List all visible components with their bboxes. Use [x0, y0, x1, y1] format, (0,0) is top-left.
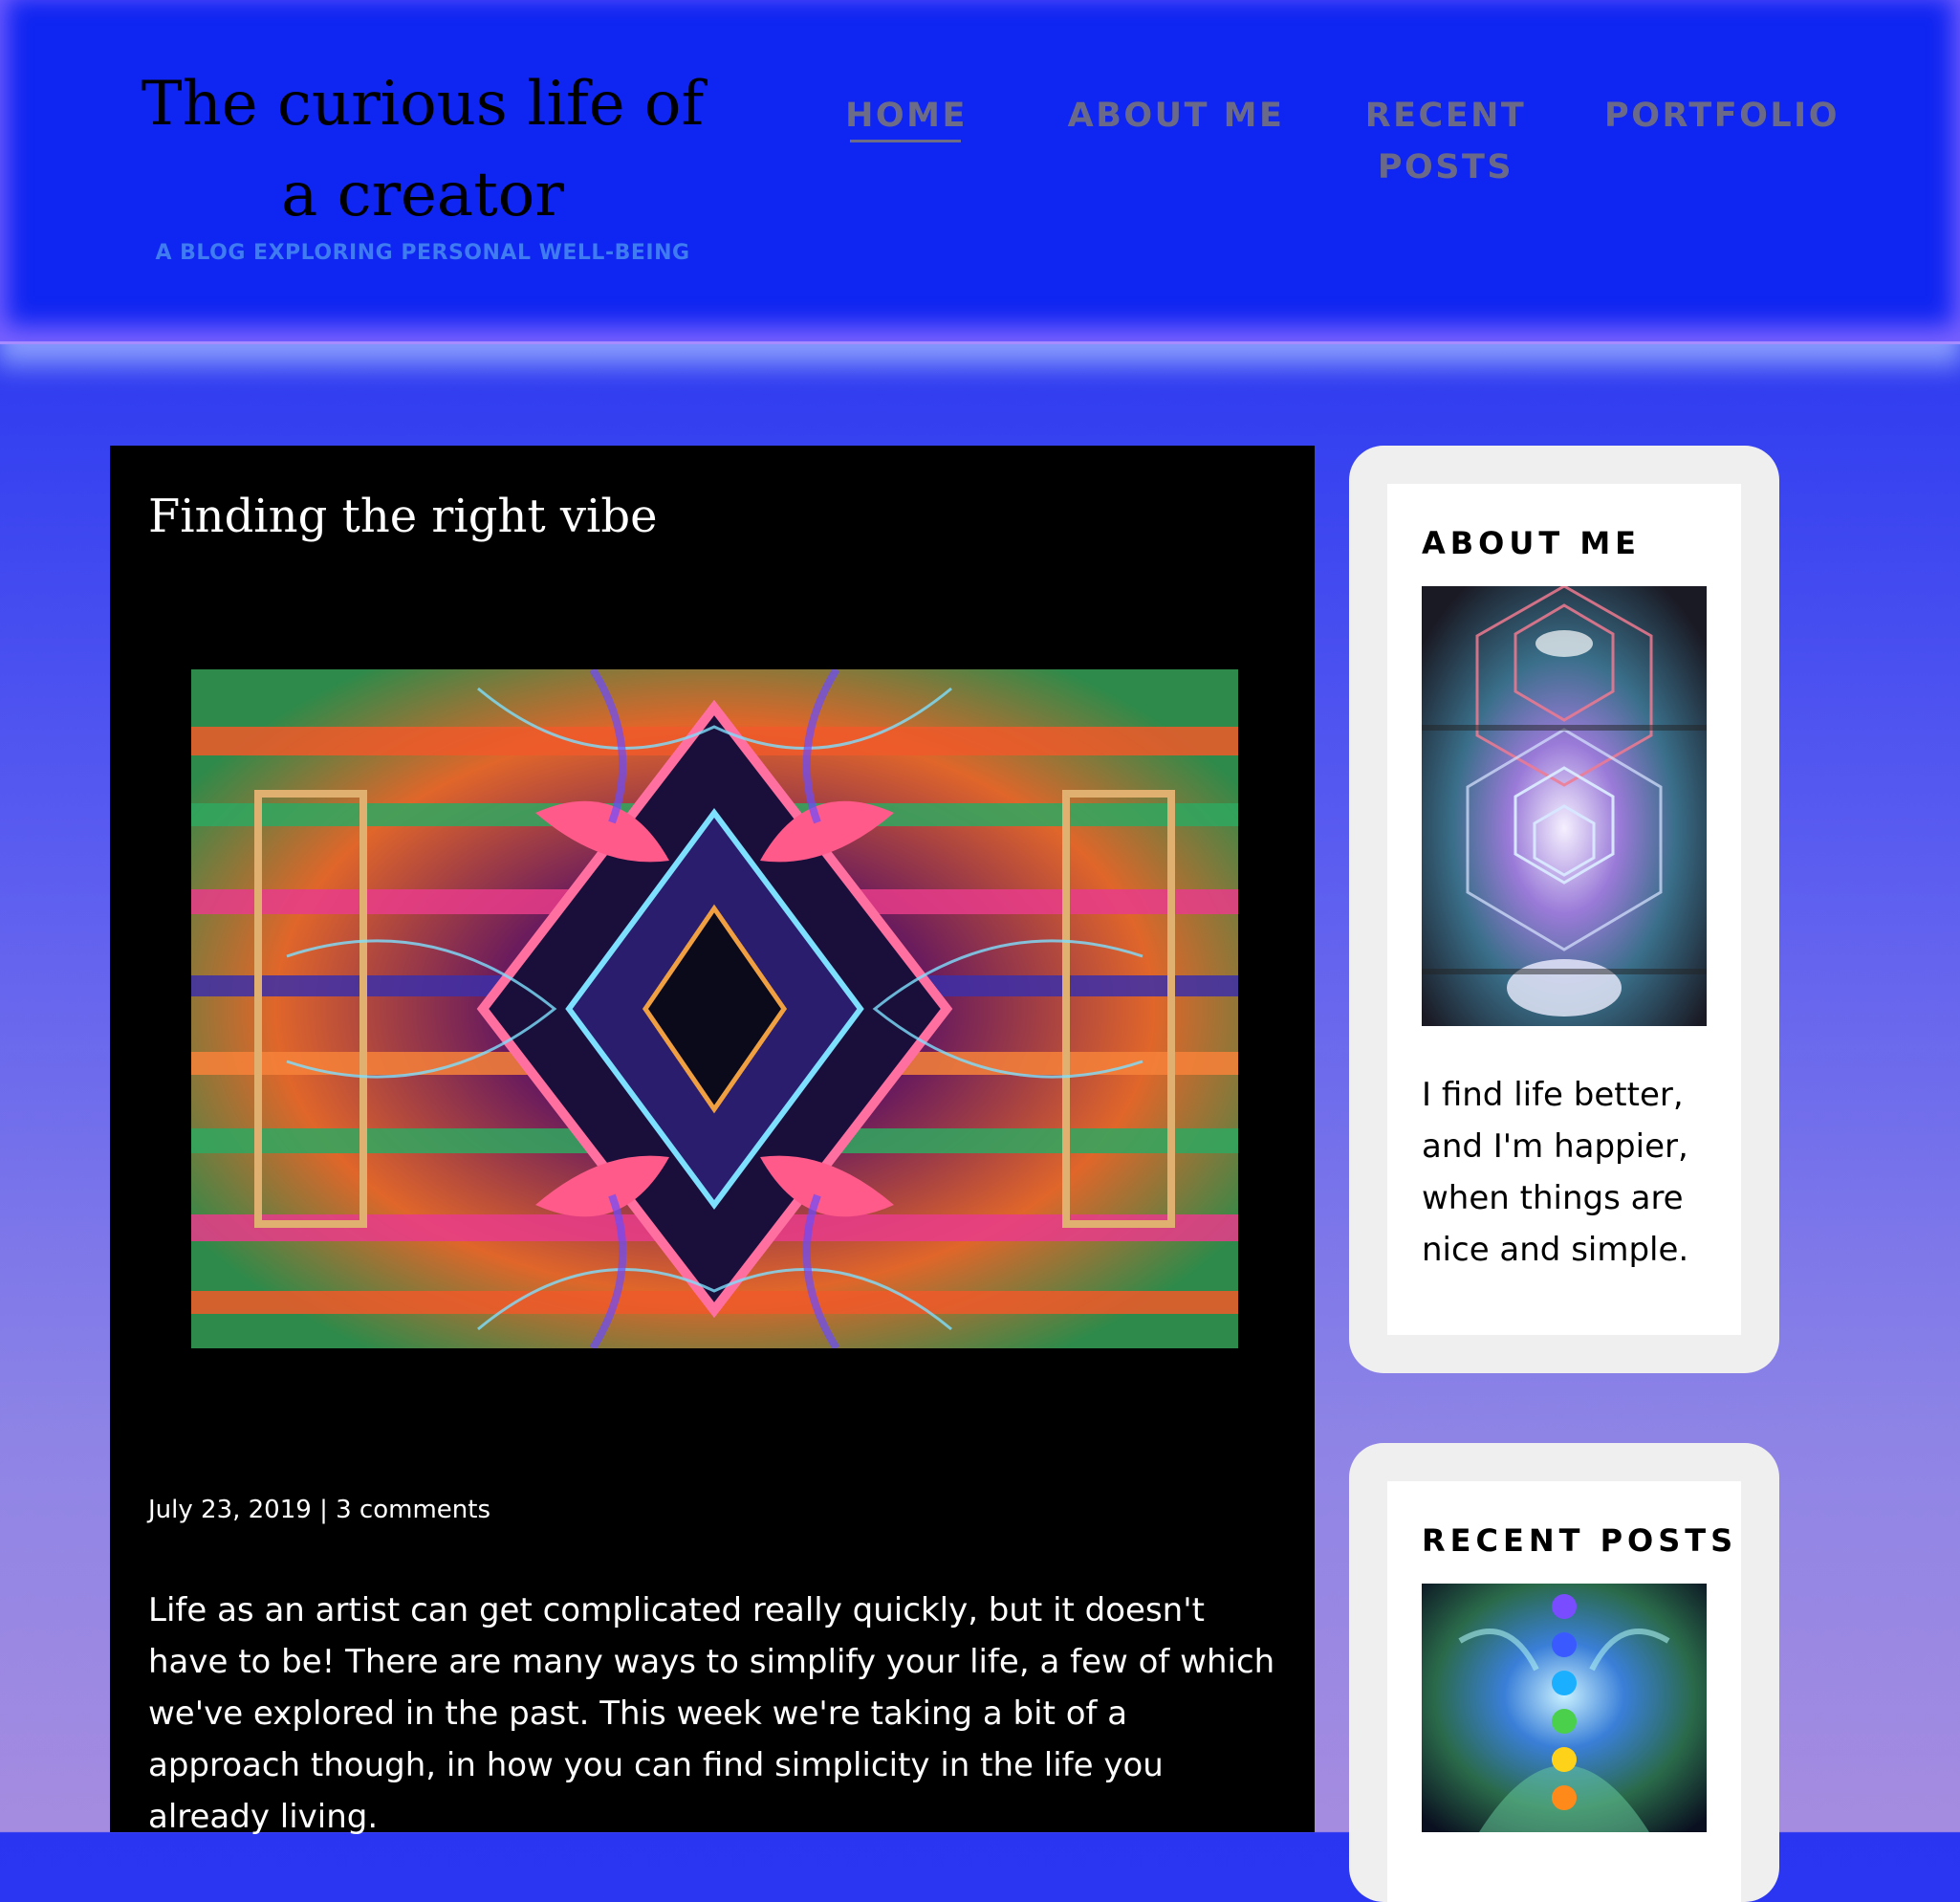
post-featured-image[interactable] — [191, 669, 1238, 1348]
nav-about-me[interactable]: ABOUT ME — [1052, 90, 1300, 142]
about-text: I find life better, and I'm happier, whe… — [1422, 1076, 1689, 1269]
about-image[interactable] — [1422, 586, 1707, 1026]
site-tagline: A BLOG EXPLORING PERSONAL WELL-BEING — [155, 241, 690, 265]
post-comments-link[interactable]: 3 comments — [336, 1496, 490, 1524]
nav-recent-posts[interactable]: RECENT POSTS — [1356, 90, 1535, 193]
about-widget: ABOUT ME I find life better, and I'm hap… — [1349, 446, 1779, 1373]
post-date: July 23, 2019 — [148, 1496, 312, 1524]
chakra-meditation-image — [1422, 1584, 1707, 1832]
recent-posts-widget: RECENT POSTS — [1349, 1443, 1779, 1902]
nav-home-underline — [850, 140, 961, 142]
about-widget-title: ABOUT ME — [1422, 525, 1642, 561]
post-title[interactable]: Finding the right vibe — [148, 483, 658, 550]
meta-separator: | — [311, 1496, 337, 1524]
post-meta: July 23, 2019 | 3 comments — [148, 1494, 490, 1526]
sacred-geometry-image — [1422, 586, 1707, 1026]
nav-portfolio[interactable]: PORTFOLIO — [1597, 90, 1847, 142]
site-title[interactable]: The curious life of a creator — [115, 59, 730, 241]
nav-home[interactable]: HOME — [830, 90, 983, 142]
recent-post-image[interactable] — [1422, 1584, 1707, 1832]
psychedelic-artwork-image — [191, 669, 1238, 1348]
site-header: The curious life of a creator A BLOG EXP… — [0, 0, 1960, 344]
recent-posts-title: RECENT POSTS — [1422, 1522, 1738, 1559]
post-excerpt: Life as an artist can get complicated re… — [148, 1591, 1275, 1836]
